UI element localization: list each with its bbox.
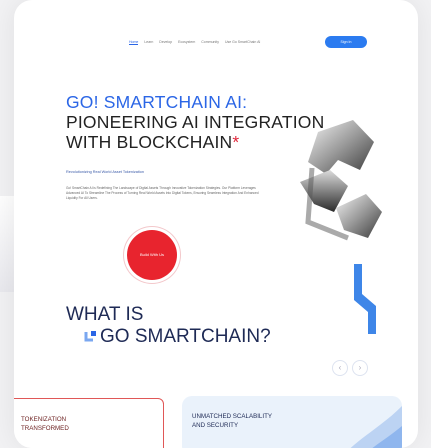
what-is-heading: WHAT IS GO SMARTCHAIN? — [66, 304, 271, 348]
nav-link-community[interactable]: Community — [201, 40, 219, 45]
carousel-arrows: ‹ › — [332, 360, 368, 376]
hero-subtitle: Revolutionizing Real World Asset Tokeniz… — [66, 170, 144, 174]
card2-line2: AND SECURITY — [192, 422, 239, 429]
nav-links: Home Learn Develop Ecosystem Community U… — [129, 40, 260, 45]
what-is-line2: GO SMARTCHAIN? — [66, 326, 271, 348]
star-icon: * — [232, 132, 240, 152]
nav-link-develop[interactable]: Develop — [159, 40, 172, 45]
sign-in-button[interactable]: Sign In — [325, 36, 367, 48]
card-wave-decoration — [350, 406, 402, 448]
page-background: Home Learn Develop Ecosystem Community U… — [0, 0, 431, 448]
nav-link-ecosystem[interactable]: Ecosystem — [178, 40, 195, 45]
feature-card-scalability[interactable]: UNMATCHED SCALABILITY AND SECURITY — [182, 396, 402, 448]
feature-card-tokenization[interactable]: TOKENIZATION TRANSFORMED — [14, 398, 164, 448]
go-smartchain-logo-icon — [300, 120, 382, 241]
blue-accent-decoration — [354, 264, 376, 334]
card2-line1: UNMATCHED SCALABILITY — [192, 413, 272, 420]
chevron-right-icon[interactable]: › — [352, 360, 368, 376]
hero-title-line1: GO! SMARTCHAIN AI: — [66, 92, 248, 112]
card1-line2: TRANSFORMED — [21, 425, 69, 432]
nav-link-use-go-smartchain[interactable]: Use Go SmartChain AI — [225, 40, 260, 45]
feature-card-scalability-label: UNMATCHED SCALABILITY AND SECURITY — [192, 412, 272, 430]
chevron-left-icon[interactable]: ‹ — [332, 360, 348, 376]
what-is-line2-text: GO SMARTCHAIN? — [100, 326, 271, 347]
feature-card-tokenization-label: TOKENIZATION TRANSFORMED — [21, 415, 69, 433]
left-edge-decoration — [0, 196, 14, 292]
what-is-line1: WHAT IS — [66, 304, 144, 325]
hero-description: Go! SmartChain AI is Redefining The Land… — [66, 186, 259, 200]
hero-title-line3-text: WITH BLOCKCHAIN — [66, 132, 233, 152]
top-navigation: Home Learn Develop Ecosystem Community U… — [14, 36, 418, 50]
card1-line1: TOKENIZATION — [21, 416, 67, 423]
website-frame: Home Learn Develop Ecosystem Community U… — [14, 0, 418, 448]
nav-link-learn[interactable]: Learn — [144, 40, 153, 45]
build-with-us-button[interactable]: Build With Us — [127, 230, 177, 280]
nav-link-home[interactable]: Home — [129, 40, 139, 45]
go-smartchain-mini-logo-icon — [84, 331, 96, 342]
